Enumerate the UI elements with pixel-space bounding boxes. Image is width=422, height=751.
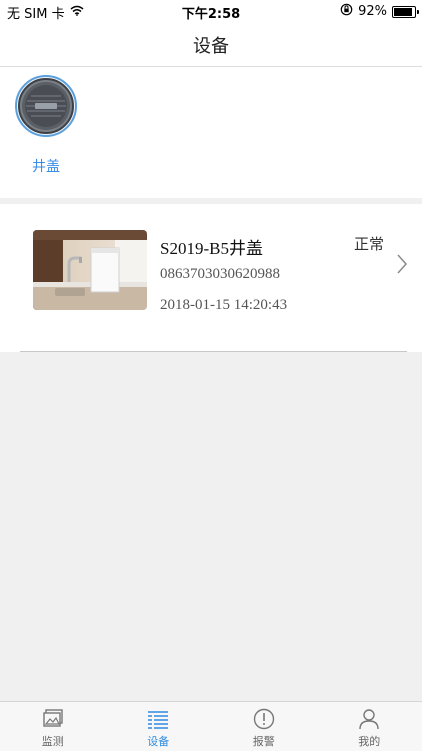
divider [20,351,407,352]
tab-bar: 监测 设备 报警 我的 [0,701,422,751]
tab-label: 设备 [106,733,212,749]
navigation-bar: 设备 [0,22,422,67]
device-name: S2019-B5井盖 [160,234,263,259]
tab-label: 报警 [211,733,317,749]
category-section: 井盖 [0,67,422,198]
list-icon [147,708,169,734]
tab-label: 监测 [0,733,106,749]
category-item-manhole[interactable]: 井盖 [15,75,77,176]
device-timestamp: 2018-01-15 14:20:43 [160,297,287,314]
device-thumbnail [33,230,147,310]
page-title: 设备 [0,32,422,58]
image-icon [42,708,64,734]
status-bar: 无 SIM 卡 下午2:58 92% [0,0,422,22]
tab-devices[interactable]: 设备 [106,702,212,751]
orientation-lock-icon [340,3,353,20]
manhole-cover-icon [15,75,77,137]
battery-percent: 92% [358,4,387,19]
device-status-badge: 正常 [354,233,384,254]
device-row[interactable]: S2019-B5井盖 0863703030620988 2018-01-15 1… [0,204,422,352]
battery-icon [392,6,416,18]
device-list: S2019-B5井盖 0863703030620988 2018-01-15 1… [0,204,422,352]
battery-fill [394,8,412,16]
status-right: 92% [340,3,416,20]
tab-monitor[interactable]: 监测 [0,702,106,751]
device-id: 0863703030620988 [160,266,280,283]
category-label: 井盖 [15,156,77,176]
tab-label: 我的 [317,733,422,749]
person-icon [358,708,380,734]
chevron-right-icon [397,254,407,278]
tab-alarms[interactable]: 报警 [211,702,317,751]
alert-icon [253,708,275,734]
tab-profile[interactable]: 我的 [317,702,422,751]
